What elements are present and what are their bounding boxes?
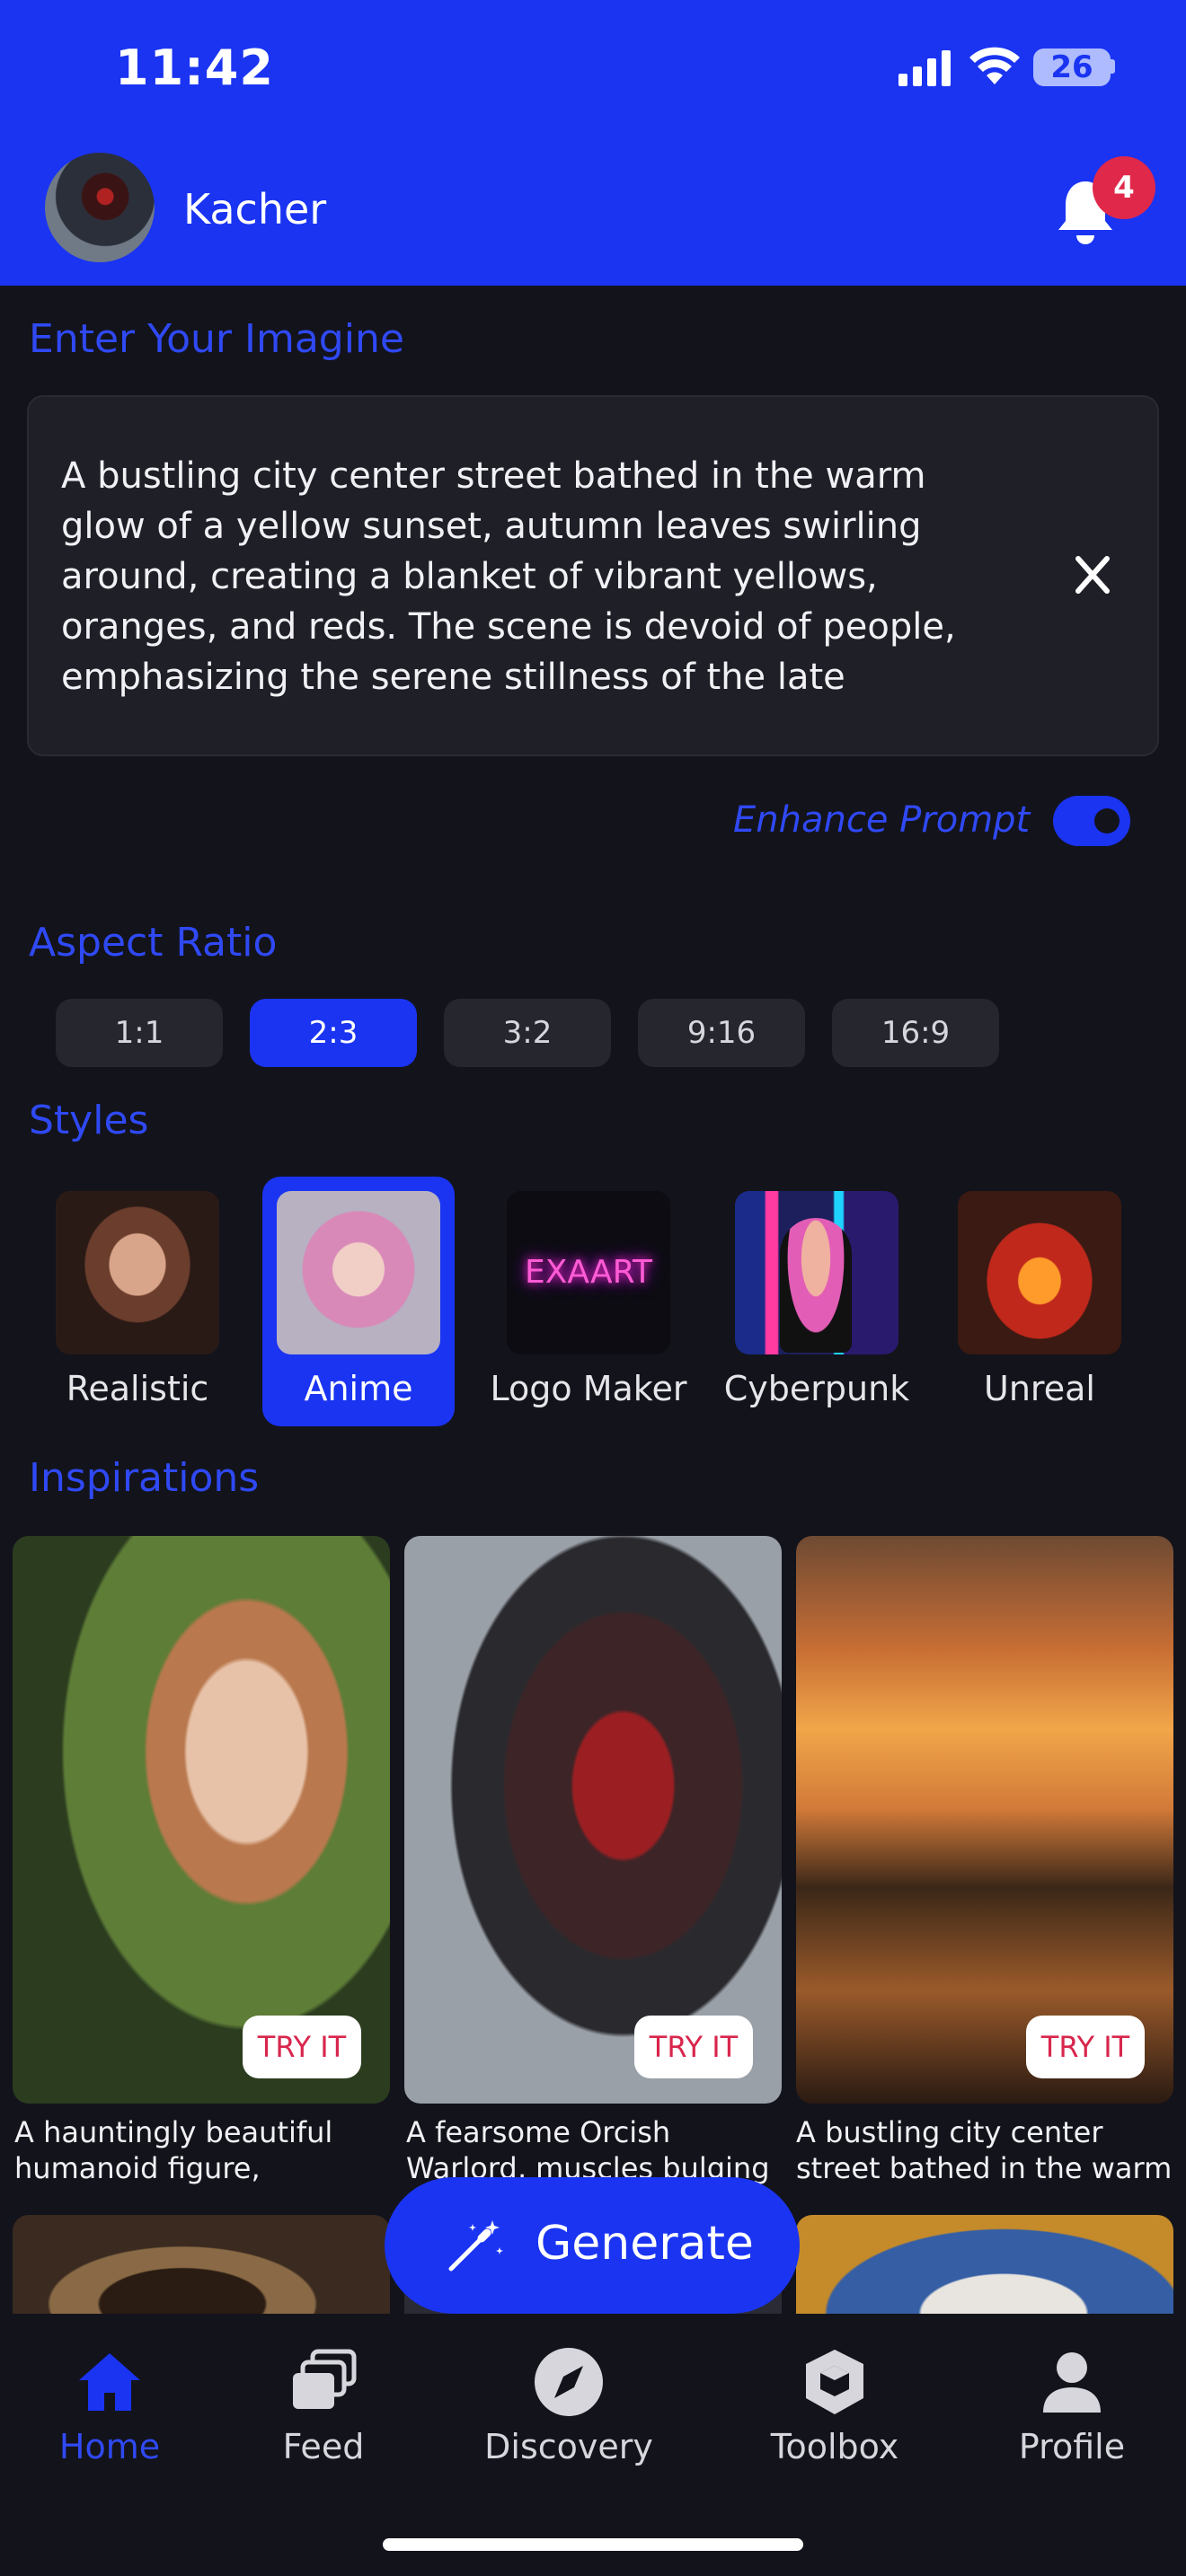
profile-icon — [1043, 2352, 1101, 2413]
style-thumb-anime — [277, 1191, 440, 1354]
ratio-chip-9-16[interactable]: 9:16 — [638, 999, 805, 1067]
try-it-button[interactable]: TRY IT — [1026, 2016, 1145, 2078]
nav-feed[interactable]: Feed — [225, 2346, 422, 2472]
style-label: Logo Maker — [490, 1369, 687, 1408]
toolbox-icon — [806, 2350, 863, 2414]
style-thumb-logo-maker: EXAART — [507, 1191, 670, 1354]
toggle-knob — [1094, 808, 1120, 834]
battery-indicator: 26 — [1033, 49, 1111, 86]
nav-home[interactable]: Home — [11, 2346, 208, 2472]
wifi-icon — [969, 47, 1020, 84]
nav-label: Home — [58, 2427, 161, 2466]
cellular-signal-icon — [898, 50, 951, 86]
nav-label: Feed — [282, 2427, 365, 2466]
inspiration-card-6[interactable] — [796, 2215, 1173, 2314]
prompt-input[interactable]: A bustling city center street bathed in … — [27, 395, 1159, 756]
inspiration-caption: A hauntingly beautiful humanoid figure, … — [14, 2115, 333, 2185]
magic-wand-icon — [448, 2220, 503, 2272]
style-label: Cyberpunk — [723, 1369, 910, 1408]
logo-thumb-text: EXAART — [524, 1254, 653, 1291]
style-label: Unreal — [984, 1369, 1095, 1408]
try-it-button[interactable]: TRY IT — [243, 2016, 361, 2078]
nav-discovery[interactable]: Discovery — [470, 2346, 668, 2472]
style-cyberpunk[interactable]: Cyberpunk — [721, 1177, 913, 1426]
style-thumb-unreal — [958, 1191, 1121, 1354]
home-indicator — [383, 2538, 803, 2551]
style-thumb-cyberpunk — [735, 1191, 898, 1354]
nav-profile[interactable]: Profile — [973, 2346, 1171, 2472]
status-time: 11:42 — [115, 40, 274, 96]
prompt-text[interactable]: A bustling city center street bathed in … — [61, 451, 978, 702]
feed-icon — [293, 2349, 357, 2409]
home-icon — [79, 2353, 140, 2411]
ratio-chip-3-2[interactable]: 3:2 — [444, 999, 611, 1067]
nav-label: Discovery — [484, 2427, 653, 2466]
ratio-chip-2-3[interactable]: 2:3 — [250, 999, 417, 1067]
inspirations-title: Inspirations — [29, 1455, 260, 1501]
compass-icon — [535, 2348, 603, 2416]
nav-label: Profile — [1018, 2427, 1126, 2466]
style-logo-maker[interactable]: EXAART Logo Maker — [491, 1177, 686, 1426]
clear-prompt-icon[interactable] — [1058, 550, 1127, 600]
enhance-prompt-toggle[interactable] — [1053, 796, 1130, 846]
generate-button[interactable]: Generate — [385, 2177, 800, 2314]
enhance-prompt-label: Enhance Prompt — [733, 799, 1031, 841]
inspiration-caption: A fearsome Orcish Warlord, muscles bulgi… — [406, 2115, 770, 2185]
style-anime[interactable]: Anime — [262, 1177, 455, 1426]
style-label: Anime — [304, 1369, 413, 1408]
ratio-chip-16-9[interactable]: 16:9 — [832, 999, 999, 1067]
aspect-ratio-title: Aspect Ratio — [29, 920, 278, 966]
nav-label: Toolbox — [770, 2427, 899, 2466]
user-name[interactable]: Kacher — [183, 185, 326, 234]
style-thumb-realistic — [56, 1191, 219, 1354]
try-it-button[interactable]: TRY IT — [634, 2016, 753, 2078]
notification-badge: 4 — [1093, 156, 1155, 219]
user-avatar[interactable] — [45, 153, 155, 262]
inspiration-caption: A bustling city center street bathed in … — [796, 2115, 1173, 2185]
battery-tip — [1111, 59, 1115, 74]
style-label: Realistic — [66, 1369, 209, 1408]
styles-title: Styles — [29, 1098, 149, 1143]
prompt-section-title: Enter Your Imagine — [29, 316, 404, 362]
app-header: 11:42 26 Kacher 4 — [0, 0, 1186, 286]
inspiration-card-4[interactable] — [13, 2215, 390, 2314]
style-realistic[interactable]: Realistic — [41, 1177, 234, 1426]
style-unreal[interactable]: Unreal — [943, 1177, 1136, 1426]
ratio-chip-1-1[interactable]: 1:1 — [56, 999, 223, 1067]
nav-toolbox[interactable]: Toolbox — [736, 2346, 934, 2472]
generate-label: Generate — [535, 2217, 754, 2271]
